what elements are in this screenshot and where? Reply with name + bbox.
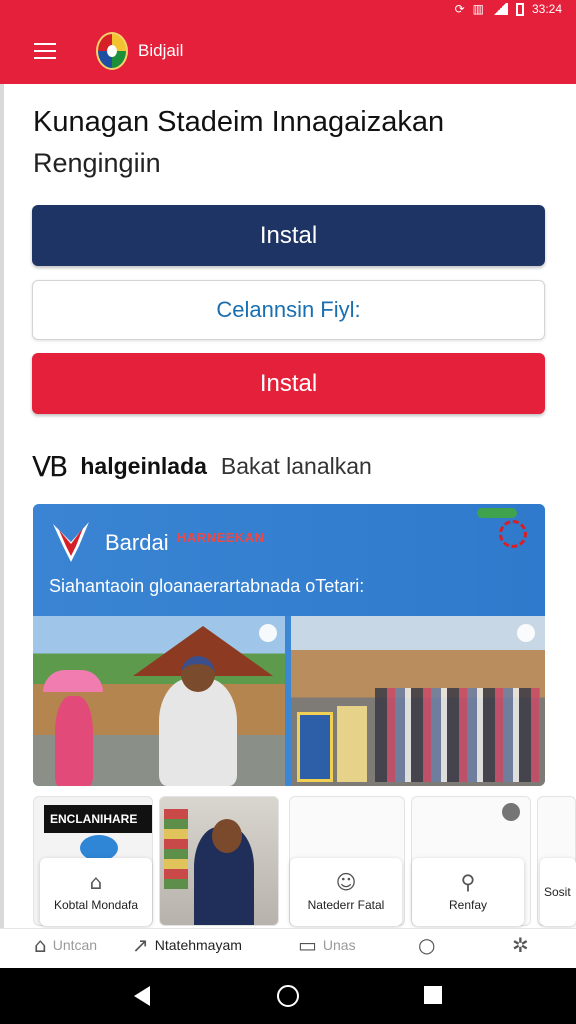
person-figure bbox=[159, 678, 237, 786]
poster-shape bbox=[297, 712, 333, 782]
person-head bbox=[181, 656, 215, 692]
section-logo-icon: VB bbox=[32, 450, 68, 483]
bottom-navigation: ⌂ Untcan ↗ Ntatehmayam ▭ Unas ○ ✲ bbox=[0, 928, 576, 968]
card-kobtal-mondafa[interactable]: ⌂ Kobtal Mondafa bbox=[40, 858, 152, 926]
card-renfay[interactable]: ⚲ Renfay bbox=[412, 858, 524, 926]
crowd-shape bbox=[375, 688, 540, 782]
circle-icon: ○ bbox=[418, 933, 436, 957]
nav-label: Unas bbox=[322, 937, 356, 953]
tablet-icon: ▭ bbox=[298, 933, 317, 957]
nav-item-circle[interactable]: ○ bbox=[418, 935, 435, 955]
nav-label: Untcan bbox=[52, 937, 98, 953]
status-time: 33:24 bbox=[531, 2, 562, 16]
banner-subtitle: Siahantaoin gloanaerartabnada oTetari: bbox=[49, 576, 365, 596]
side-rail bbox=[0, 84, 4, 928]
promo-banner[interactable]: Bardai HARNEEKAN Siahantaoin gloanaerart… bbox=[33, 504, 545, 786]
app-logo[interactable] bbox=[96, 32, 128, 70]
hamburger-icon[interactable] bbox=[34, 43, 56, 59]
battery-icon bbox=[515, 2, 524, 16]
secondary-outline-button[interactable]: Celannsin Fiyl: bbox=[32, 280, 545, 340]
nav-item-home[interactable]: ⌂ Untcan bbox=[34, 935, 97, 955]
home-icon: ⌂ bbox=[34, 933, 47, 957]
card-sosit[interactable]: Sosit bbox=[540, 858, 576, 926]
app-title: Bidjail bbox=[138, 41, 184, 60]
banner-photo-left bbox=[33, 616, 285, 786]
play-icon[interactable] bbox=[517, 624, 535, 642]
section-title-light: Bakat lanalkan bbox=[220, 453, 372, 479]
card-label: Renfay bbox=[448, 898, 488, 912]
person-head bbox=[212, 819, 242, 853]
banner-brand: Bardai bbox=[105, 530, 169, 555]
building-icon: ⌂ bbox=[89, 870, 103, 894]
status-icons: ⟳ ▥ 33:24 bbox=[455, 0, 562, 18]
install-button-red[interactable]: Instal bbox=[32, 353, 545, 414]
play-icon[interactable] bbox=[259, 624, 277, 642]
page-subtitle: Rengingiin bbox=[33, 148, 161, 178]
app-bar: Bidjail bbox=[0, 18, 576, 84]
wall-decoration bbox=[164, 809, 188, 889]
sync-icon: ⟳ bbox=[454, 2, 465, 16]
share-icon: ↗ bbox=[132, 933, 149, 957]
bug-icon: ✲ bbox=[512, 933, 529, 957]
banner-header: Bardai HARNEEKAN Siahantaoin gloanaerart… bbox=[33, 504, 545, 616]
poster-shape bbox=[337, 706, 367, 782]
nav-item-bug[interactable]: ✲ bbox=[512, 935, 529, 955]
nfc-icon: ▥ bbox=[472, 2, 484, 16]
page-title: Kunagan Stadeim Innagaizakan bbox=[33, 106, 445, 138]
chat-person-icon: ☺ bbox=[335, 870, 357, 894]
card-label: Sosit bbox=[544, 885, 571, 899]
person-figure bbox=[55, 696, 93, 786]
signal-icon bbox=[491, 3, 508, 15]
banner-photo-right bbox=[291, 616, 545, 786]
leaf-decoration bbox=[477, 508, 517, 518]
recents-icon[interactable] bbox=[424, 986, 442, 1004]
home-circle-icon[interactable] bbox=[277, 985, 299, 1007]
card-label: Natederr Fatal bbox=[307, 898, 385, 912]
thumbnail[interactable] bbox=[159, 796, 279, 926]
status-bar: ⟳ ▥ 33:24 bbox=[0, 0, 576, 18]
system-navigation-bar bbox=[0, 968, 576, 1024]
section-title-bold: halgeinlada bbox=[80, 453, 207, 479]
back-icon[interactable] bbox=[134, 986, 150, 1006]
badge-icon bbox=[499, 520, 527, 548]
umbrella-shape bbox=[43, 670, 103, 692]
bird-logo-icon bbox=[53, 522, 89, 562]
card-label: Kobtal Mondafa bbox=[53, 898, 139, 912]
person-pin-icon: ⚲ bbox=[460, 870, 476, 894]
card-natederr-fatal[interactable]: ☺ Natederr Fatal bbox=[290, 858, 402, 926]
banner-tag: HARNEEKAN bbox=[177, 530, 265, 545]
clock-icon bbox=[502, 803, 520, 821]
thumbnail-strip-text: ENCLANIHARE bbox=[44, 805, 152, 833]
nav-item-share[interactable]: ↗ Ntatehmayam bbox=[132, 935, 242, 955]
nav-label: Ntatehmayam bbox=[154, 937, 242, 953]
install-button-primary[interactable]: Instal bbox=[32, 205, 545, 266]
section-header: VB halgeinlada Bakat lanalkan bbox=[32, 450, 372, 483]
nav-item-tablet[interactable]: ▭ Unas bbox=[298, 935, 356, 955]
